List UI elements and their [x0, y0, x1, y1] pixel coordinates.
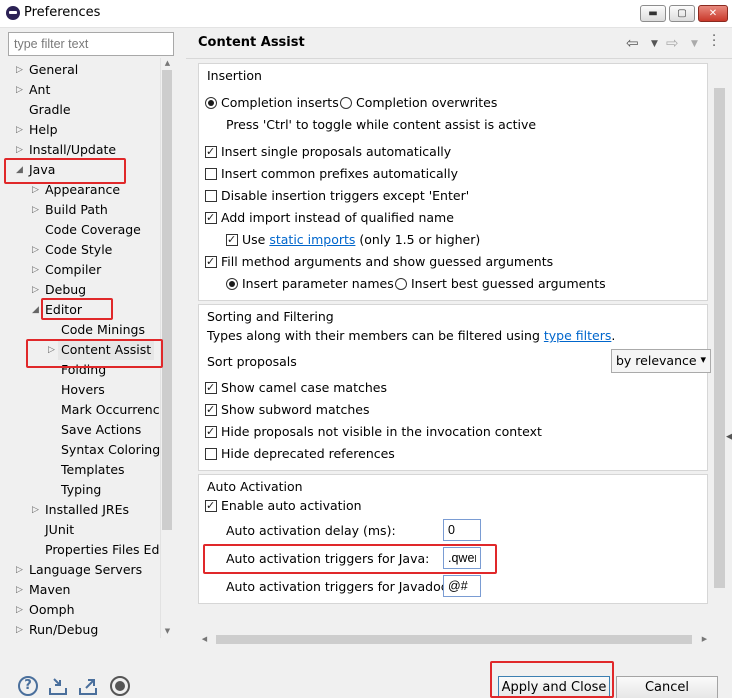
checkbox-checked-icon[interactable] — [205, 497, 217, 515]
chevron-right-icon[interactable]: ▷ — [16, 560, 26, 580]
insert-common-checkbox[interactable]: Insert common prefixes automatically — [205, 165, 458, 183]
highlight-apply-close — [490, 661, 614, 698]
delay-label: Auto activation delay (ms): — [226, 523, 396, 538]
checkbox-checked-icon[interactable] — [205, 423, 217, 441]
scroll-down-icon[interactable]: ▼ — [161, 626, 174, 636]
disable-triggers-checkbox[interactable]: Disable insertion triggers except 'Enter… — [205, 187, 469, 205]
checkbox-checked-icon[interactable] — [205, 401, 217, 419]
import-icon[interactable] — [48, 676, 68, 696]
checkbox-checked-icon[interactable] — [205, 209, 217, 227]
highlight-content-assist — [26, 339, 163, 368]
chevron-right-icon[interactable]: ▷ — [16, 620, 26, 638]
filter-input[interactable] — [8, 32, 174, 56]
completion-overwrites-radio[interactable]: Completion overwrites — [340, 94, 497, 112]
checkbox-checked-icon[interactable] — [205, 253, 217, 271]
radio-selected-icon[interactable] — [226, 278, 238, 290]
chevron-right-icon[interactable]: ▷ — [32, 200, 42, 220]
insertion-group: Insertion Completion inserts Completion … — [198, 63, 708, 301]
auto-activation-group: Auto Activation Enable auto activation A… — [198, 474, 708, 604]
insert-param-names-radio[interactable]: Insert parameter names — [226, 275, 394, 293]
delay-input[interactable] — [443, 519, 481, 541]
sorting-group: Sorting and Filtering Types along with t… — [198, 304, 711, 471]
checkbox-checked-icon[interactable] — [205, 143, 217, 161]
back-menu-icon[interactable]: ▼ — [651, 39, 658, 49]
highlight-java-triggers — [203, 544, 497, 574]
javadoc-triggers-label: Auto activation triggers for Javadoc: — [226, 579, 452, 594]
fill-method-args-checkbox[interactable]: Fill method arguments and show guessed a… — [205, 253, 553, 271]
chevron-right-icon[interactable]: ▷ — [32, 500, 42, 520]
hide-deprecated-checkbox[interactable]: Hide deprecated references — [205, 445, 395, 463]
static-imports-link[interactable]: static imports — [269, 232, 355, 247]
chevron-right-icon[interactable]: ▷ — [16, 60, 26, 80]
use-static-imports-checkbox[interactable]: Use static imports (only 1.5 or higher) — [226, 231, 480, 249]
forward-arrow-icon[interactable]: ⇨ — [666, 34, 679, 52]
export-icon[interactable] — [78, 676, 98, 696]
pane-hscroll-thumb[interactable] — [216, 635, 692, 644]
checkbox-unchecked-icon[interactable] — [205, 190, 217, 202]
window-title: Preferences — [24, 5, 101, 20]
cancel-button[interactable]: Cancel — [616, 676, 718, 698]
sorting-legend: Sorting and Filtering — [207, 309, 334, 324]
checkbox-checked-icon[interactable] — [205, 379, 217, 397]
chevron-right-icon[interactable]: ▷ — [16, 120, 26, 140]
camel-case-checkbox[interactable]: Show camel case matches — [205, 379, 387, 397]
hide-not-visible-checkbox[interactable]: Hide proposals not visible in the invoca… — [205, 423, 542, 441]
chevron-right-icon[interactable]: ▷ — [32, 240, 42, 260]
eclipse-icon — [6, 6, 20, 20]
insertion-legend: Insertion — [207, 68, 262, 83]
close-button[interactable]: ✕ — [698, 5, 728, 22]
javadoc-triggers-input[interactable] — [443, 575, 481, 597]
chevron-right-icon[interactable]: ▷ — [16, 80, 26, 100]
radio-unselected-icon[interactable] — [340, 97, 352, 109]
pane-horizontal-scrollbar[interactable]: ◀ ▶ — [198, 632, 712, 647]
insert-best-guessed-radio[interactable]: Insert best guessed arguments — [395, 275, 606, 293]
header-divider — [186, 58, 732, 59]
record-icon[interactable] — [110, 676, 130, 696]
scroll-right-icon[interactable]: ▶ — [698, 634, 711, 644]
scroll-up-icon[interactable]: ▲ — [161, 58, 174, 68]
radio-selected-icon[interactable] — [205, 97, 217, 109]
sort-proposals-select[interactable]: by relevance — [611, 349, 711, 373]
maximize-button[interactable]: ▢ — [669, 5, 695, 22]
highlight-editor — [41, 298, 113, 320]
pane-vertical-scrollbar[interactable] — [712, 60, 727, 630]
toggle-hint-text: Press 'Ctrl' to toggle while content ass… — [226, 117, 537, 132]
checkbox-unchecked-icon[interactable] — [205, 448, 217, 460]
pane-scroll-thumb[interactable] — [714, 88, 725, 588]
add-import-checkbox[interactable]: Add import instead of qualified name — [205, 209, 454, 227]
enable-auto-activation-checkbox[interactable]: Enable auto activation — [205, 497, 362, 515]
help-icon[interactable]: ? — [18, 676, 38, 696]
chevron-right-icon[interactable]: ▷ — [32, 280, 42, 300]
radio-unselected-icon[interactable] — [395, 278, 407, 290]
forward-menu-icon[interactable]: ▼ — [691, 39, 698, 49]
completion-inserts-radio[interactable]: Completion inserts — [205, 94, 339, 112]
chevron-right-icon[interactable]: ▷ — [32, 260, 42, 280]
minimize-button[interactable]: ▬ — [640, 5, 666, 22]
checkbox-unchecked-icon[interactable] — [205, 168, 217, 180]
type-filters-link[interactable]: type filters — [544, 328, 612, 343]
auto-activation-legend: Auto Activation — [207, 479, 303, 494]
highlight-java — [4, 158, 126, 184]
sort-proposals-label: Sort proposals — [207, 354, 297, 369]
checkbox-checked-icon[interactable] — [226, 231, 238, 249]
insert-single-checkbox[interactable]: Insert single proposals automatically — [205, 143, 451, 161]
view-menu-icon[interactable]: · · · — [712, 30, 716, 53]
title-bar: Preferences ▬ ▢ ✕ — [0, 0, 732, 28]
tree-scroll-thumb[interactable] — [162, 70, 172, 530]
subword-checkbox[interactable]: Show subword matches — [205, 401, 370, 419]
page-title: Content Assist — [198, 35, 305, 50]
type-filters-text: Types along with their members can be fi… — [207, 328, 616, 343]
chevron-right-icon[interactable]: ▷ — [16, 580, 26, 600]
back-arrow-icon[interactable]: ⇦ — [626, 34, 639, 52]
collapse-arrow-icon[interactable]: ◀ — [726, 432, 732, 442]
chevron-right-icon[interactable]: ▷ — [16, 140, 26, 160]
scroll-left-icon[interactable]: ◀ — [198, 634, 211, 644]
chevron-right-icon[interactable]: ▷ — [16, 600, 26, 620]
